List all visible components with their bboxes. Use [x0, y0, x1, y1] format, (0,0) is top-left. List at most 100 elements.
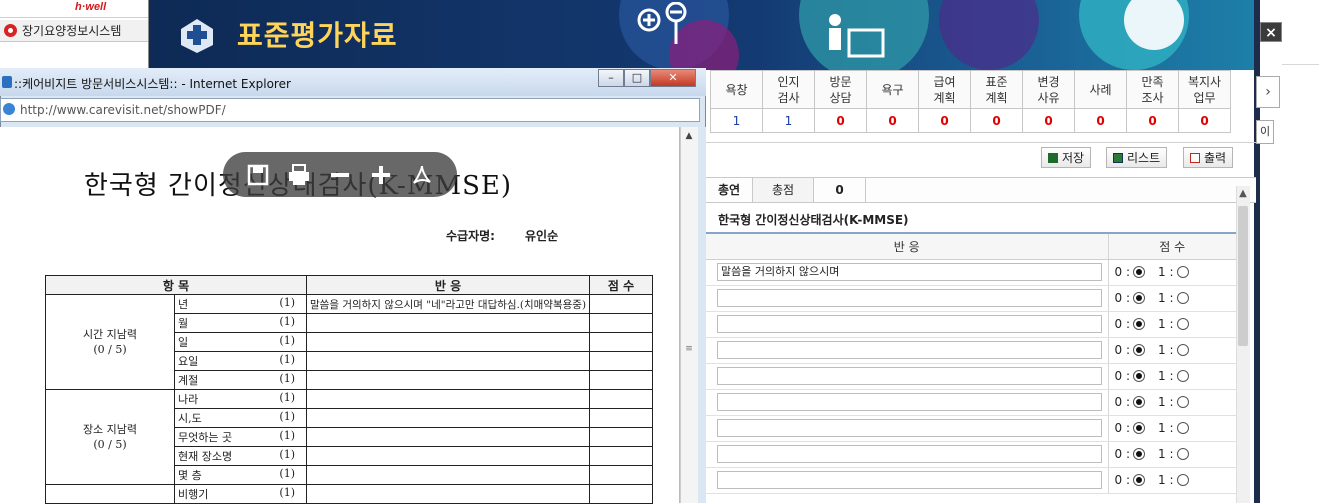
counts-header-cell[interactable]: 복지사 업무	[1178, 70, 1231, 109]
response-input[interactable]	[717, 419, 1102, 437]
score-0-radio[interactable]	[1133, 422, 1145, 434]
brand-logo: h·well	[75, 1, 107, 13]
item-points: (1)	[279, 429, 295, 442]
zoom-out-icon[interactable]	[327, 162, 353, 188]
item-name: 일	[178, 336, 189, 349]
count-value[interactable]: 0	[1178, 108, 1231, 133]
item-name-cell: 년 (1)	[174, 294, 307, 314]
score-1-radio[interactable]	[1176, 292, 1189, 304]
print-icon[interactable]	[286, 162, 312, 188]
scroll-up-arrow[interactable]: ▲	[681, 129, 697, 143]
count-value[interactable]: 0	[866, 108, 919, 133]
pdf-mmse-table: 항 목 반 응 점 수 시간 지남력 (0 / 5) 년 (1) 말씀을 거의하지 않으…	[45, 275, 654, 504]
counts-header-line: 사유	[1037, 90, 1060, 105]
tab-next-button[interactable]: ›	[1256, 76, 1280, 108]
counts-header-cell[interactable]: 만족 조사	[1126, 70, 1179, 109]
counts-header-line: 상담	[829, 90, 852, 105]
zoom-in-icon[interactable]	[368, 162, 394, 188]
item-name: 월	[178, 317, 189, 330]
counts-header-line: 조사	[1141, 90, 1164, 105]
ltc-info-tab[interactable]: 장기요양정보시스템	[0, 20, 148, 42]
response-input[interactable]	[717, 393, 1102, 411]
pdf-scrollbar[interactable]	[680, 127, 698, 503]
item-score	[589, 370, 654, 390]
minimize-button[interactable]: –	[598, 69, 624, 87]
response-input[interactable]	[717, 471, 1102, 489]
score-0-label: 0 :	[1114, 395, 1131, 409]
response-input[interactable]: 말씀을 거의하지 않으시며	[717, 263, 1102, 281]
print-label: 출력	[1204, 151, 1227, 165]
score-0-label: 0 :	[1114, 317, 1131, 331]
response-input[interactable]	[717, 289, 1102, 307]
scroll-up-arrow[interactable]: ▲	[1236, 186, 1250, 202]
url-text[interactable]: http://www.carevisit.net/showPDF/	[20, 103, 226, 117]
side-tab-stub[interactable]: 이	[1256, 120, 1274, 144]
score-0-radio[interactable]	[1133, 396, 1145, 408]
counts-header-cell[interactable]: 인지 검사	[762, 70, 815, 109]
score-1-radio[interactable]	[1176, 370, 1189, 382]
score-0-radio[interactable]	[1133, 344, 1145, 356]
item-score	[589, 351, 654, 371]
save-button[interactable]: 저장	[1041, 147, 1092, 168]
score-1-radio[interactable]	[1176, 474, 1189, 486]
response-input[interactable]	[717, 445, 1102, 463]
counts-header-line: 계획	[933, 90, 956, 105]
score-1-radio[interactable]	[1176, 266, 1189, 278]
save-icon[interactable]	[245, 162, 271, 188]
score-0-radio[interactable]	[1133, 448, 1145, 460]
response-input[interactable]	[717, 367, 1102, 385]
counts-header-cell[interactable]: 방문 상담	[814, 70, 867, 109]
score-1-radio[interactable]	[1176, 344, 1189, 356]
count-value[interactable]: 0	[1126, 108, 1179, 133]
count-value[interactable]: 0	[1074, 108, 1127, 133]
maximize-button[interactable]: □	[624, 69, 650, 87]
score-1-label: 1 :	[1158, 265, 1174, 279]
scroll-grip[interactable]: ≡	[684, 344, 694, 354]
close-button[interactable]: ×	[1260, 22, 1282, 42]
count-value[interactable]: 0	[970, 108, 1023, 133]
counts-header-cell[interactable]: 변경 사유	[1022, 70, 1075, 109]
count-value[interactable]: 1	[762, 108, 815, 133]
pdf-icon	[1190, 152, 1200, 163]
ie-close-button[interactable]: ✕	[650, 69, 696, 87]
counts-header-cell[interactable]: 급여 계획	[918, 70, 971, 109]
counts-header-cell[interactable]: 사례	[1074, 70, 1127, 109]
score-0-radio[interactable]	[1133, 266, 1145, 278]
score-1-radio[interactable]	[1176, 318, 1189, 330]
score-0-radio[interactable]	[1133, 292, 1145, 304]
item-points: (1)	[279, 448, 295, 461]
pdf-item-row: 비행기 (1)	[45, 484, 654, 504]
list-button[interactable]: 리스트	[1106, 147, 1168, 168]
item-name-wrap: 일 (1)	[178, 334, 303, 350]
item-name-cell: 비행기 (1)	[174, 484, 307, 504]
item-response	[305, 389, 591, 409]
category-counts-table: 욕창 인지 검사 방문 상담 욕구 급여 계획 표준 계획 변경 사유 사례 만족 조사 복지사 업무 1100…	[710, 70, 1231, 133]
item-name-wrap: 몇 층 (1)	[178, 467, 303, 483]
item-name: 비행기	[178, 488, 209, 501]
score-1-radio[interactable]	[1176, 448, 1189, 460]
acrobat-icon[interactable]	[409, 162, 435, 188]
counts-header-cell[interactable]: 욕창	[710, 70, 763, 109]
item-name: 나라	[178, 393, 199, 406]
response-cell	[706, 467, 1108, 494]
score-1-label: 1 :	[1158, 473, 1174, 487]
count-value[interactable]: 1	[710, 108, 763, 133]
counts-header-line: 표준	[985, 74, 1008, 89]
response-input[interactable]	[717, 341, 1102, 359]
score-0-radio[interactable]	[1133, 318, 1145, 330]
score-0-radio[interactable]	[1133, 370, 1145, 382]
counts-header-cell[interactable]: 욕구	[866, 70, 919, 109]
count-value[interactable]: 0	[814, 108, 867, 133]
count-value[interactable]: 0	[918, 108, 971, 133]
count-value[interactable]: 0	[1022, 108, 1075, 133]
item-response	[305, 446, 591, 466]
score-1-radio[interactable]	[1176, 422, 1189, 434]
response-input[interactable]	[717, 315, 1102, 333]
item-score	[589, 484, 654, 504]
score-1-radio[interactable]	[1176, 396, 1189, 408]
print-button[interactable]: 출력	[1183, 147, 1234, 168]
item-name: 무엇하는 곳	[178, 431, 233, 444]
score-0-radio[interactable]	[1133, 474, 1145, 486]
counts-header-cell[interactable]: 표준 계획	[970, 70, 1023, 109]
scrollbar-thumb[interactable]	[1238, 206, 1248, 346]
